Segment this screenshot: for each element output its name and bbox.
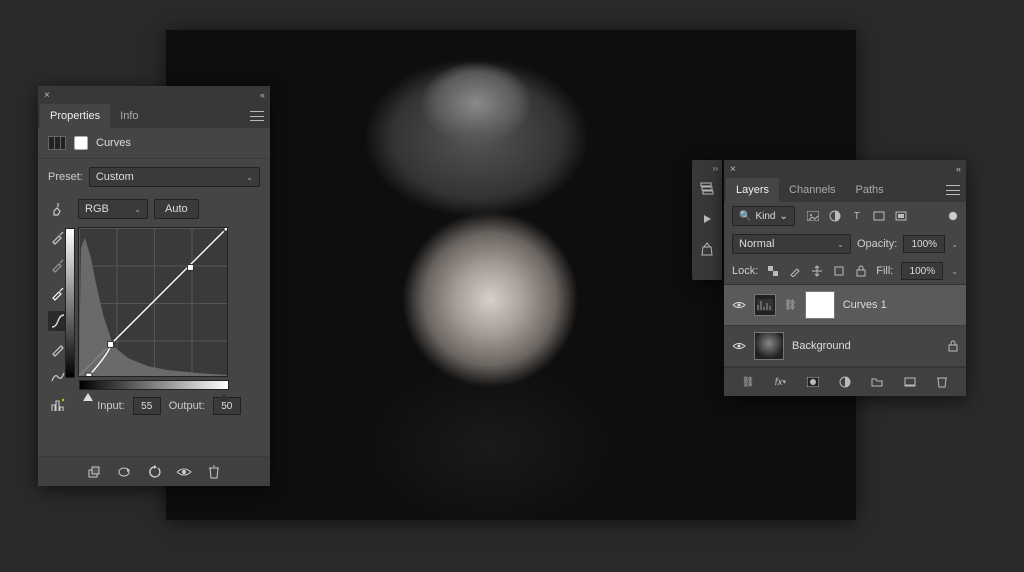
- layers-tabs: Layers Channels Paths: [724, 178, 966, 202]
- fx-icon[interactable]: fx▾: [772, 374, 788, 390]
- curves-graph[interactable]: [78, 227, 228, 377]
- output-gradient: [65, 228, 75, 378]
- white-point-slider[interactable]: [219, 393, 229, 401]
- preset-select[interactable]: Custom⌄: [89, 167, 260, 187]
- tab-paths[interactable]: Paths: [846, 178, 894, 202]
- input-label: Input:: [97, 400, 125, 412]
- lock-transparent-icon[interactable]: [766, 264, 780, 278]
- history-icon[interactable]: [698, 180, 716, 198]
- layer-name[interactable]: Curves 1: [843, 299, 887, 311]
- close-icon[interactable]: ×: [730, 164, 736, 175]
- mask-icon[interactable]: [805, 374, 821, 390]
- opacity-value[interactable]: 100%: [903, 235, 945, 253]
- properties-footer: [38, 456, 270, 486]
- trash-icon[interactable]: [934, 374, 950, 390]
- fill-value[interactable]: 100%: [901, 262, 943, 280]
- link-icon[interactable]: ⛓: [740, 374, 756, 390]
- input-gradient: [79, 380, 229, 390]
- adjustment-icon[interactable]: [837, 374, 853, 390]
- histogram-icon[interactable]: [48, 395, 68, 415]
- visibility-toggle-icon[interactable]: [732, 298, 746, 312]
- layer-row[interactable]: Background: [724, 326, 966, 367]
- lock-artboard-icon[interactable]: [832, 264, 846, 278]
- tab-layers[interactable]: Layers: [726, 178, 779, 202]
- layer-thumb[interactable]: [754, 332, 784, 360]
- collapsed-dock: ››: [692, 160, 722, 280]
- layers-footer: ⛓ fx▾: [724, 367, 966, 396]
- expand-dock-icon[interactable]: ››: [713, 164, 718, 173]
- tab-channels[interactable]: Channels: [779, 178, 845, 202]
- input-value[interactable]: 55: [133, 397, 161, 415]
- actions-icon[interactable]: [698, 210, 716, 228]
- filter-toggle-icon[interactable]: [948, 211, 958, 221]
- lock-all-icon[interactable]: [854, 264, 868, 278]
- filter-adjustment-icon[interactable]: [827, 208, 843, 224]
- trash-icon[interactable]: [206, 464, 222, 480]
- auto-button[interactable]: Auto: [154, 199, 199, 219]
- link-mask-icon[interactable]: ⛓: [784, 300, 797, 311]
- lock-pixels-icon[interactable]: [788, 264, 802, 278]
- filter-image-icon[interactable]: [805, 208, 821, 224]
- opacity-label: Opacity:: [857, 238, 897, 250]
- preset-label: Preset:: [48, 171, 83, 183]
- new-layer-icon[interactable]: [902, 374, 918, 390]
- filter-smart-icon[interactable]: [893, 208, 909, 224]
- clip-icon[interactable]: [86, 464, 102, 480]
- finger-icon[interactable]: [48, 199, 68, 219]
- blend-mode-select[interactable]: Normal⌄: [732, 234, 851, 254]
- close-icon[interactable]: ×: [44, 90, 50, 101]
- filter-kind-select[interactable]: 🔍Kind⌄: [732, 206, 795, 226]
- lock-icon: [948, 340, 958, 352]
- layers-panel: × ‹‹ Layers Channels Paths 🔍Kind⌄ T Norm…: [724, 160, 966, 396]
- tab-properties[interactable]: Properties: [40, 104, 110, 128]
- curves-adjustment-icon: [48, 136, 66, 150]
- visibility-toggle-icon[interactable]: [732, 339, 746, 353]
- clone-icon[interactable]: [698, 240, 716, 258]
- mask-icon[interactable]: [74, 136, 88, 150]
- adjustment-title: Curves: [96, 137, 131, 149]
- lock-label: Lock:: [732, 265, 758, 277]
- reset-icon[interactable]: [146, 464, 162, 480]
- mask-thumb[interactable]: [805, 291, 835, 319]
- layer-name[interactable]: Background: [792, 340, 851, 352]
- lock-position-icon[interactable]: [810, 264, 824, 278]
- cycle-icon[interactable]: [116, 464, 132, 480]
- collapse-icon[interactable]: ‹‹: [956, 164, 960, 174]
- opacity-dropdown-icon[interactable]: ⌄: [951, 240, 958, 249]
- layer-row[interactable]: ⛓ Curves 1: [724, 285, 966, 326]
- output-label: Output:: [169, 400, 205, 412]
- tab-info[interactable]: Info: [110, 104, 148, 128]
- panel-menu-icon[interactable]: [250, 111, 264, 121]
- fill-dropdown-icon[interactable]: ⌄: [951, 267, 958, 276]
- properties-tabs: Properties Info: [38, 104, 270, 128]
- fill-label: Fill:: [876, 265, 893, 277]
- panel-menu-icon[interactable]: [946, 185, 960, 195]
- adjustment-thumb[interactable]: [754, 294, 776, 316]
- filter-type-icon[interactable]: T: [849, 208, 865, 224]
- black-point-slider[interactable]: [83, 393, 93, 401]
- layers-list: ⛓ Curves 1 Background: [724, 285, 966, 367]
- properties-panel: × ‹‹ Properties Info Curves Preset: Cust…: [38, 86, 270, 486]
- collapse-icon[interactable]: ‹‹: [260, 90, 264, 100]
- filter-shape-icon[interactable]: [871, 208, 887, 224]
- visibility-icon[interactable]: [176, 464, 192, 480]
- channel-select[interactable]: RGB⌄: [78, 199, 148, 219]
- group-icon[interactable]: [869, 374, 885, 390]
